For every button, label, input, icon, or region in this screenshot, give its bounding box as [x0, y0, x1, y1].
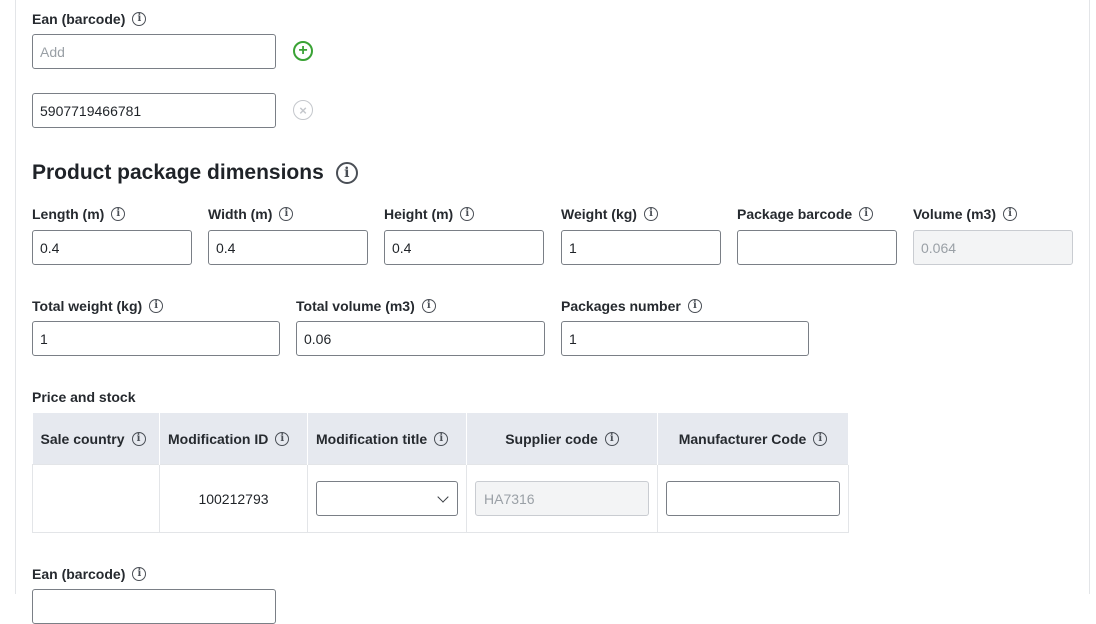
info-icon[interactable]: i — [149, 299, 164, 313]
info-icon[interactable]: i — [335, 162, 358, 184]
price-stock-table: Sale country i Modification ID i Modificat… — [32, 413, 849, 533]
ean-value-input[interactable] — [32, 93, 276, 128]
col-manufacturer-code: Manufacturer Code i — [657, 413, 849, 465]
col-modification-title-label: Modification title — [316, 430, 428, 447]
panel-left-border — [15, 0, 16, 594]
packages-number-input[interactable] — [561, 321, 809, 356]
height-label-text: Height (m) — [384, 206, 454, 222]
modification-title-cell — [307, 464, 467, 533]
col-supplier-code-label: Supplier code — [505, 430, 598, 447]
supplier-code-input: HA7316 — [475, 481, 649, 516]
volume-input — [913, 230, 1073, 265]
col-sale-country-label: Sale country — [40, 430, 125, 447]
volume-label-text: Volume (m3) — [913, 206, 996, 222]
info-icon[interactable]: i — [813, 431, 828, 446]
ean-label-2: Ean (barcode) i — [32, 565, 147, 583]
remove-ean-button[interactable]: × — [293, 100, 313, 120]
table-header-row: Sale country i Modification ID i Modificat… — [32, 413, 849, 465]
col-modification-id-label: Modification ID — [168, 430, 269, 447]
manufacturer-code-input[interactable] — [666, 481, 840, 516]
info-icon[interactable]: i — [604, 431, 619, 446]
total-volume-label: Total volume (m3) i — [296, 297, 436, 315]
col-manufacturer-code-label: Manufacturer Code — [678, 430, 807, 447]
add-ean-button[interactable]: + — [293, 41, 313, 61]
sale-country-cell — [32, 464, 160, 533]
supplier-code-cell: HA7316 — [466, 464, 658, 533]
width-input[interactable] — [208, 230, 368, 265]
length-label-text: Length (m) — [32, 206, 105, 222]
info-icon[interactable]: i — [859, 207, 874, 221]
ean-label: Ean (barcode) i — [32, 10, 147, 28]
package-barcode-label-text: Package barcode — [737, 206, 853, 222]
info-icon[interactable]: i — [687, 299, 702, 313]
info-icon[interactable]: i — [132, 567, 147, 581]
modification-id-cell: 100212793 — [159, 464, 308, 533]
weight-label-text: Weight (kg) — [561, 206, 637, 222]
total-volume-input[interactable] — [296, 321, 545, 356]
weight-label: Weight (kg) i — [561, 205, 658, 223]
col-modification-id: Modification ID i — [159, 413, 308, 465]
package-barcode-label: Package barcode i — [737, 205, 874, 223]
info-icon[interactable]: i — [111, 207, 126, 221]
col-sale-country: Sale country i — [32, 413, 160, 465]
modification-title-select[interactable] — [316, 481, 458, 516]
ean-add-input-2[interactable] — [32, 589, 276, 624]
ean-add-input[interactable] — [32, 34, 276, 69]
total-volume-label-text: Total volume (m3) — [296, 298, 415, 314]
ean-label-text: Ean (barcode) — [32, 11, 126, 27]
height-input[interactable] — [384, 230, 544, 265]
panel-right-border — [1089, 0, 1090, 594]
length-label: Length (m) i — [32, 205, 126, 223]
height-label: Height (m) i — [384, 205, 475, 223]
info-icon[interactable]: i — [1002, 207, 1017, 221]
packages-number-label-text: Packages number — [561, 298, 681, 314]
info-icon[interactable]: i — [643, 207, 658, 221]
volume-label: Volume (m3) i — [913, 205, 1017, 223]
col-supplier-code: Supplier code i — [466, 413, 658, 465]
dimensions-title-text: Product package dimensions — [32, 161, 324, 184]
chevron-down-icon — [437, 490, 449, 503]
total-weight-label-text: Total weight (kg) — [32, 298, 143, 314]
info-icon[interactable]: i — [275, 431, 290, 446]
package-barcode-input[interactable] — [737, 230, 897, 265]
packages-number-label: Packages number i — [561, 297, 702, 315]
dimensions-title: Product package dimensions i — [32, 161, 358, 185]
total-weight-input[interactable] — [32, 321, 280, 356]
info-icon[interactable]: i — [279, 207, 294, 221]
ean-label-2-text: Ean (barcode) — [32, 566, 126, 582]
info-icon[interactable]: i — [434, 431, 449, 446]
info-icon[interactable]: i — [421, 299, 436, 313]
price-stock-title: Price and stock — [32, 389, 136, 405]
info-icon[interactable]: i — [131, 431, 146, 446]
col-modification-title: Modification title i — [307, 413, 467, 465]
total-weight-label: Total weight (kg) i — [32, 297, 164, 315]
width-label: Width (m) i — [208, 205, 294, 223]
manufacturer-code-cell — [657, 464, 849, 533]
info-icon[interactable]: i — [460, 207, 475, 221]
weight-input[interactable] — [561, 230, 721, 265]
table-row: 100212793 HA7316 — [32, 464, 849, 533]
info-icon[interactable]: i — [132, 12, 147, 26]
length-input[interactable] — [32, 230, 192, 265]
width-label-text: Width (m) — [208, 206, 273, 222]
